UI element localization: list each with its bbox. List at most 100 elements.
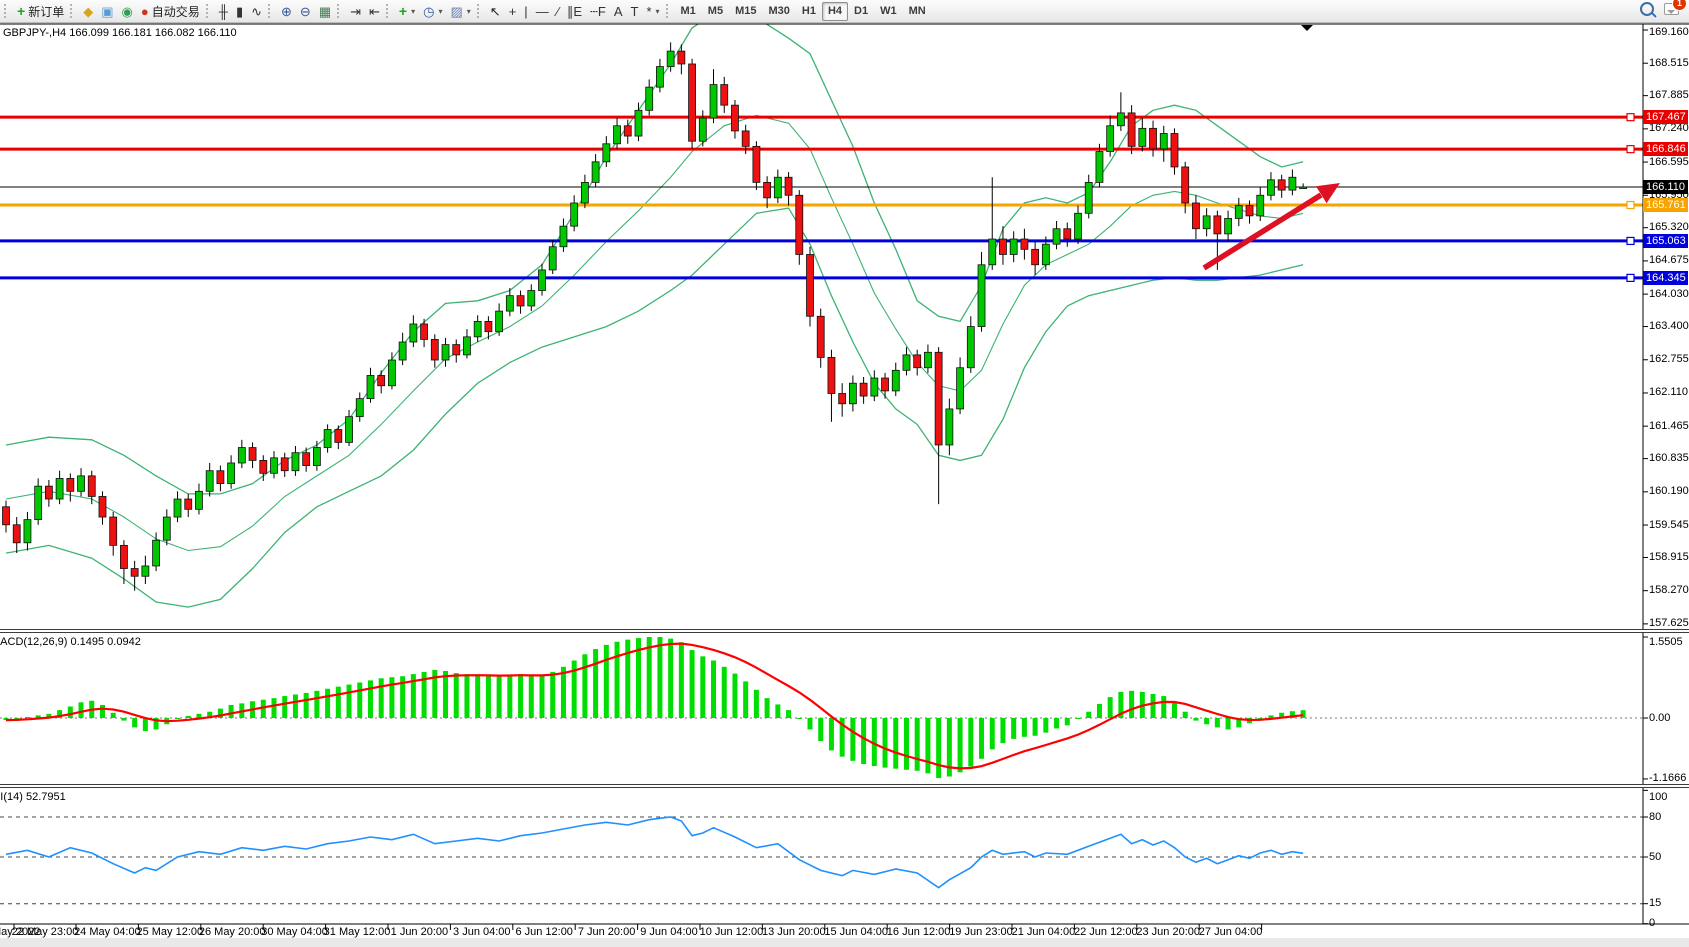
rsi-tick-label: 15: [1649, 897, 1661, 909]
main-toolbar: +新订单◆▣◉●自动交易╫▮∿⊕⊖▦⇥⇤+▾◷▾▨▾↖+|—∕∥E┄FAT*▾M…: [0, 0, 1689, 23]
candle-body: [24, 520, 31, 543]
timeframe-m5[interactable]: M5: [702, 2, 729, 21]
candle-body: [1010, 239, 1017, 254]
toolbar-grip: [666, 4, 671, 18]
macd-histogram-bar: [497, 676, 502, 718]
macd-histogram-bar: [79, 702, 84, 718]
auto-scroll-button[interactable]: ⇥: [346, 1, 365, 22]
crosshair-button[interactable]: +: [505, 1, 521, 22]
macd-histogram-bar: [775, 704, 780, 718]
candle-body: [1246, 206, 1253, 216]
chart-title: GBPJPY-,H4 166.099 166.181 166.082 166.1…: [3, 27, 237, 39]
macd-histogram-bar: [229, 705, 234, 718]
macd-histogram-bar: [540, 675, 545, 718]
macd-histogram-bar: [1086, 712, 1091, 718]
tile-windows-button[interactable]: ▦: [315, 1, 335, 22]
price-axis[interactable]: 169.160168.515167.885167.240166.595165.9…: [1643, 24, 1689, 924]
candle-body: [1107, 126, 1114, 152]
toolbar-group: ╫▮∿: [215, 0, 266, 22]
channel-button[interactable]: ∥E: [563, 1, 586, 22]
candle-chart-button[interactable]: ▮: [232, 1, 247, 22]
time-tick-label: 13 Jun 20:00: [762, 926, 826, 938]
time-tick-label: 25 May 12:00: [136, 926, 203, 938]
signals-button[interactable]: ◉: [118, 1, 137, 22]
candle-body: [217, 471, 224, 484]
chevron-down-icon: ▾: [411, 7, 415, 16]
candle-body: [1053, 229, 1060, 244]
timeframe-m15[interactable]: M15: [729, 2, 762, 21]
level-line-handle[interactable]: [1627, 274, 1634, 281]
timeframe-mn[interactable]: MN: [903, 2, 932, 21]
notifications-button[interactable]: 1: [1664, 2, 1679, 20]
timeframe-m30[interactable]: M30: [762, 2, 795, 21]
chart-area[interactable]: [0, 0, 1689, 947]
shapes-button[interactable]: *▾: [642, 1, 663, 22]
line-chart-button[interactable]: ∿: [247, 1, 266, 22]
candle-body: [1064, 229, 1071, 239]
history-center-button[interactable]: ◆: [79, 1, 97, 22]
timeframe-w1[interactable]: W1: [874, 2, 903, 21]
text-button[interactable]: A: [610, 1, 627, 22]
candle-body: [571, 203, 578, 226]
macd-histogram-bar: [593, 649, 598, 718]
fibonacci-button[interactable]: ┄F: [586, 1, 610, 22]
candle-body: [431, 339, 438, 360]
candle-body: [99, 496, 106, 517]
macd-tick-label: 0.00: [1649, 712, 1670, 724]
macd-pane-splitter[interactable]: [0, 629, 1689, 633]
price-tick-label: 158.915: [1649, 551, 1689, 563]
vline-button[interactable]: |: [520, 1, 531, 22]
accounts-button[interactable]: ▣: [97, 1, 117, 22]
templates-button[interactable]: ▨▾: [446, 1, 474, 22]
indicators-button[interactable]: +▾: [395, 1, 419, 22]
level-line-handle[interactable]: [1627, 146, 1634, 153]
candle-body: [142, 566, 149, 576]
macd-histogram-bar: [893, 718, 898, 769]
add-indicator-icon: +: [399, 4, 407, 18]
macd-histogram-bar: [1172, 702, 1177, 718]
candle-body: [35, 486, 42, 519]
cursor-button[interactable]: ↖: [486, 1, 505, 22]
timeframe-d1[interactable]: D1: [848, 2, 874, 21]
level-line-handle[interactable]: [1627, 201, 1634, 208]
timeframe-m1[interactable]: M1: [675, 2, 702, 21]
bar-chart-button[interactable]: ╫: [215, 1, 232, 22]
toolbar-grip: [4, 4, 9, 18]
time-axis[interactable]: May 202222 May 23:0024 May 04:0025 May 1…: [0, 924, 1689, 940]
periods-button[interactable]: ◷▾: [419, 1, 446, 22]
macd-histogram-bar: [1033, 718, 1038, 736]
candle-body: [1192, 203, 1199, 229]
shapes-icon: *: [646, 5, 651, 18]
rsi-pane-splitter[interactable]: [0, 784, 1689, 788]
timeframe-h4[interactable]: H4: [822, 2, 848, 21]
chart-shift-button[interactable]: ⇤: [365, 1, 384, 22]
hline-button[interactable]: —: [532, 1, 553, 22]
time-tick-label: 6 Jun 12:00: [515, 926, 573, 938]
new-order-button[interactable]: +新订单: [13, 1, 68, 22]
timeframe-h1[interactable]: H1: [796, 2, 822, 21]
trendline-button[interactable]: ∕: [553, 1, 563, 22]
label-button[interactable]: T: [626, 1, 642, 22]
candle-body: [624, 126, 631, 136]
macd-histogram-bar: [1151, 694, 1156, 718]
candle-body: [174, 499, 181, 517]
candle-body: [603, 144, 610, 162]
zoom-in-button[interactable]: ⊕: [277, 1, 296, 22]
candle-body: [764, 182, 771, 197]
level-line-handle[interactable]: [1627, 237, 1634, 244]
autotrade-button[interactable]: ●自动交易: [137, 1, 204, 22]
time-tick-label: 3 Jun 04:00: [453, 926, 511, 938]
text-icon: A: [614, 5, 623, 18]
zoom-out-button[interactable]: ⊖: [296, 1, 315, 22]
level-line-handle[interactable]: [1627, 114, 1634, 121]
candle-body: [614, 126, 621, 144]
vertical-line-icon: |: [524, 5, 527, 18]
candle-body: [1075, 213, 1082, 239]
macd-histogram-bar: [582, 654, 587, 718]
macd-histogram-bar: [175, 718, 180, 719]
rsi-tick-label: 100: [1649, 791, 1667, 803]
candle-body: [549, 247, 556, 270]
rsi-tick-label: 50: [1649, 851, 1661, 863]
candle-body: [453, 345, 460, 355]
search-button[interactable]: [1640, 2, 1654, 21]
